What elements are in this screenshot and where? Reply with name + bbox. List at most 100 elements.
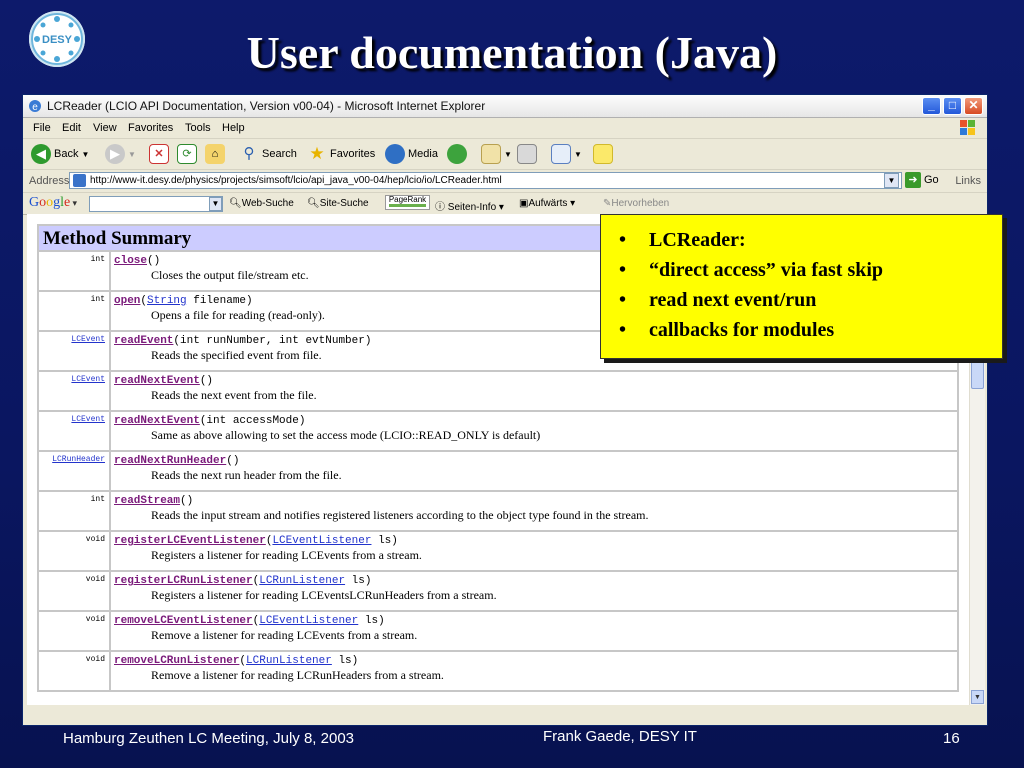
method-cell: readNextEvent(int accessMode) Same as abo…: [109, 410, 959, 452]
menu-file[interactable]: File: [33, 122, 51, 134]
highlight-button[interactable]: ✎Hervorheben: [603, 198, 669, 209]
method-cell: removeLCEventListener(LCEventListener ls…: [109, 610, 959, 652]
minimize-button[interactable]: _: [922, 97, 941, 115]
return-type: int: [90, 295, 105, 304]
page-info-button[interactable]: ⓘ Seiten-Info ▾: [435, 198, 504, 213]
media-button[interactable]: Media: [385, 143, 438, 165]
back-button[interactable]: ◀ Back ▼: [31, 143, 89, 165]
home-icon: ⌂: [205, 144, 225, 164]
method-name-link[interactable]: open: [114, 295, 140, 307]
maximize-button[interactable]: □: [943, 97, 962, 115]
return-type: void: [85, 575, 105, 584]
favorites-button[interactable]: ★ Favorites: [307, 143, 375, 165]
page-icon: [73, 174, 86, 187]
print-button[interactable]: [517, 143, 537, 165]
url-text: http://www-it.desy.de/physics/projects/s…: [90, 175, 502, 186]
back-arrow-icon: ◀: [31, 144, 51, 164]
callout-item: • “direct access” via fast skip: [619, 259, 1002, 289]
return-type-link[interactable]: LCEvent: [71, 375, 105, 384]
history-button[interactable]: [447, 143, 467, 165]
param-text: ls): [345, 575, 372, 587]
close-button[interactable]: ✕: [964, 97, 983, 115]
bullet: •: [619, 289, 627, 311]
method-name-link[interactable]: removeLCEventListener: [114, 615, 253, 627]
up-button[interactable]: ▣Aufwärts ▾: [519, 198, 575, 209]
return-type-link[interactable]: LCRunHeader: [52, 455, 105, 464]
param-type-link[interactable]: LCRunListener: [259, 575, 345, 587]
method-name-link[interactable]: registerLCRunListener: [114, 575, 253, 587]
window-title: LCReader (LCIO API Documentation, Versio…: [47, 99, 486, 113]
mail-dropdown-icon[interactable]: ▼: [504, 150, 512, 159]
refresh-button[interactable]: ⟳: [177, 143, 197, 165]
method-description: Reads the next event from the file.: [151, 388, 317, 402]
method-name-link[interactable]: readNextEvent: [114, 375, 200, 387]
method-name-link[interactable]: registerLCEventListener: [114, 535, 266, 547]
forward-button[interactable]: ▶ ▼: [105, 143, 136, 165]
forward-dropdown-icon: ▼: [128, 149, 136, 159]
method-description: Remove a listener for reading LCRunHeade…: [151, 668, 444, 682]
edit-button[interactable]: ▼: [551, 143, 582, 165]
param-type-link[interactable]: LCEventListener: [272, 535, 371, 547]
return-type-cell: int: [37, 290, 111, 332]
return-type-link[interactable]: LCEvent: [71, 415, 105, 424]
footer-left: Hamburg Zeuthen LC Meeting, July 8, 2003: [63, 730, 354, 747]
address-dropdown-icon[interactable]: ▼: [884, 173, 899, 188]
address-input[interactable]: http://www-it.desy.de/physics/projects/s…: [69, 172, 902, 189]
media-label: Media: [408, 148, 438, 160]
go-button[interactable]: ➜ Go: [905, 172, 939, 188]
method-description: Registers a listener for reading LCEvent…: [151, 588, 497, 602]
home-button[interactable]: ⌂: [205, 143, 225, 165]
menu-help[interactable]: Help: [222, 122, 245, 134]
site-search-button[interactable]: 🔍︎Site-Suche: [307, 198, 369, 209]
address-label: Address: [29, 175, 70, 187]
web-search-button[interactable]: 🔍︎Web-Suche: [229, 198, 294, 209]
google-search-input[interactable]: [89, 196, 223, 212]
search-button[interactable]: ⚲ Search: [239, 143, 297, 165]
back-dropdown-icon[interactable]: ▼: [81, 150, 89, 159]
return-type-cell: LCRunHeader: [37, 450, 111, 492]
return-type-cell: LCEvent: [37, 410, 111, 452]
method-signature: registerLCRunListener(LCRunListener ls): [114, 575, 957, 587]
param-type-link[interactable]: LCEventListener: [259, 615, 358, 627]
note-button[interactable]: [593, 143, 613, 165]
toolbar: ◀ Back ▼ ▶ ▼ ✕ ⟳ ⌂ ⚲ Search ★ Favorites …: [23, 139, 987, 170]
google-toolbar: Google ▾ ▼ 🔍︎Web-Suche 🔍︎Site-Suche Page…: [23, 193, 987, 215]
callout-box: • LCReader: • “direct access” via fast skip…: [600, 214, 1003, 359]
param-type-link[interactable]: LCRunListener: [246, 655, 332, 667]
bullet: •: [619, 229, 627, 251]
method-row: LCEvent readNextEvent(int accessMode) Same…: [37, 410, 959, 452]
refresh-icon: ⟳: [177, 144, 197, 164]
return-type: void: [85, 535, 105, 544]
google-logo[interactable]: Google ▾: [29, 195, 77, 211]
return-type-link[interactable]: LCEvent: [71, 335, 105, 344]
method-name-link[interactable]: readStream: [114, 495, 180, 507]
method-name-link[interactable]: removeLCRunListener: [114, 655, 239, 667]
mail-icon: [481, 144, 501, 164]
back-label: Back: [54, 148, 79, 160]
stop-button[interactable]: ✕: [149, 143, 169, 165]
param-type-link[interactable]: String: [147, 295, 187, 307]
menu-edit[interactable]: Edit: [62, 122, 81, 134]
menu-favorites[interactable]: Favorites: [128, 122, 173, 134]
search-label: Search: [262, 148, 297, 160]
method-row: LCRunHeader readNextRunHeader() Reads the …: [37, 450, 959, 492]
links-button[interactable]: Links: [955, 175, 981, 187]
method-name-link[interactable]: readEvent: [114, 335, 173, 347]
method-name-link[interactable]: readNextRunHeader: [114, 455, 226, 467]
menu-view[interactable]: View: [93, 122, 117, 134]
edit-icon: [551, 144, 571, 164]
google-dropdown-icon[interactable]: ▼: [209, 197, 222, 211]
return-type-cell: void: [37, 610, 111, 652]
scroll-down-arrow-icon[interactable]: ▼: [971, 690, 984, 704]
method-row: void removeLCRunListener(LCRunListener ls…: [37, 650, 959, 692]
method-name-link[interactable]: readNextEvent: [114, 415, 200, 427]
edit-dropdown-icon[interactable]: ▼: [574, 150, 582, 159]
menu-tools[interactable]: Tools: [185, 122, 211, 134]
mail-button[interactable]: ▼: [481, 143, 512, 165]
method-name-link[interactable]: close: [114, 255, 147, 267]
method-description: Same as above allowing to set the access…: [151, 428, 541, 442]
param-text: (): [180, 495, 194, 507]
return-type-cell: void: [37, 650, 111, 692]
title-bar[interactable]: e LCReader (LCIO API Documentation, Vers…: [23, 95, 987, 118]
return-type-cell: int: [37, 250, 111, 292]
